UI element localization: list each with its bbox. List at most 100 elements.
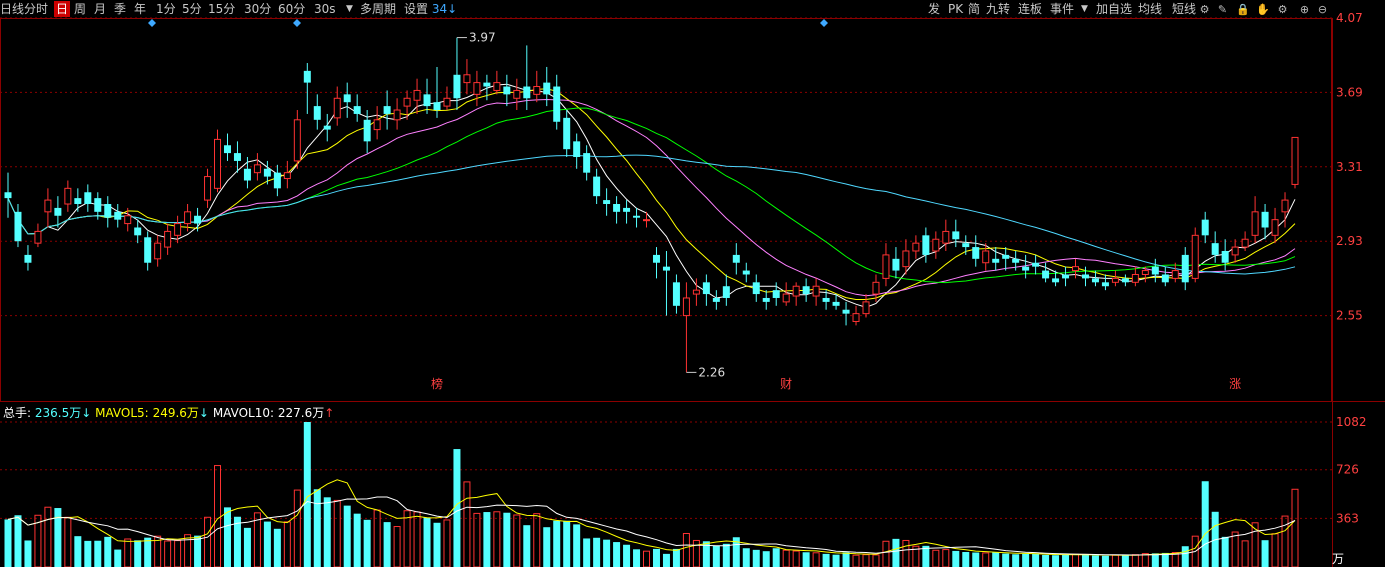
volume-bar xyxy=(74,536,82,567)
candle xyxy=(393,98,401,130)
volume-bar xyxy=(1271,533,1279,567)
volume-bar xyxy=(164,540,172,567)
volume-tick-label: 363 xyxy=(1336,511,1359,525)
candle xyxy=(14,204,22,248)
event-diamond-icon xyxy=(293,19,301,27)
candle xyxy=(513,78,521,111)
volume-bar xyxy=(553,520,561,567)
candle xyxy=(1022,254,1030,279)
candle-body xyxy=(313,106,321,120)
candle-body xyxy=(493,82,501,91)
volume-bar xyxy=(263,521,271,567)
vol-total-label: 总手: xyxy=(3,406,32,420)
candle xyxy=(503,74,511,107)
candle-body xyxy=(722,286,730,298)
candle xyxy=(752,274,760,302)
candle-body xyxy=(283,172,291,180)
candle xyxy=(1131,266,1139,287)
ma60-line xyxy=(7,154,1296,275)
candle xyxy=(323,113,331,142)
event-marker: 榜 xyxy=(431,376,443,391)
candle-body xyxy=(223,145,231,154)
candle xyxy=(742,262,750,283)
volume-bar xyxy=(134,540,142,567)
price-tick-label: 2.93 xyxy=(1336,234,1363,248)
candle-body xyxy=(144,237,152,263)
candle xyxy=(383,90,391,130)
candle-body xyxy=(613,204,621,212)
candle-body xyxy=(1002,254,1010,259)
candle xyxy=(1002,247,1010,271)
vol-total-value: 236.5万 xyxy=(34,406,82,420)
candle xyxy=(942,219,950,251)
candle-body xyxy=(74,198,82,204)
volume-bar xyxy=(872,554,880,567)
volume-bar xyxy=(363,519,371,567)
kline-chart[interactable]: 4.07 3.69 3.31 2.93 2.55 1082 726 363 万 3.97 2.26 榜… xyxy=(0,0,1385,567)
candle xyxy=(204,168,212,208)
candle xyxy=(253,153,261,181)
candle xyxy=(672,274,680,314)
volume-bar xyxy=(293,489,301,567)
candle xyxy=(623,200,631,224)
candle xyxy=(862,294,870,318)
volume-bar xyxy=(14,515,22,567)
volume-bar xyxy=(104,536,112,567)
candle xyxy=(643,211,651,228)
candle xyxy=(144,231,152,271)
candle-body xyxy=(104,204,112,218)
candle-body xyxy=(343,94,351,103)
candle-body xyxy=(752,282,760,295)
candle-body xyxy=(692,289,700,295)
candle-body xyxy=(413,89,421,101)
candle xyxy=(762,290,770,310)
volume-bar xyxy=(1111,554,1119,567)
candle xyxy=(972,235,980,267)
candle-body xyxy=(303,70,311,83)
candle xyxy=(463,59,471,95)
candle-body xyxy=(682,297,690,317)
candle-body xyxy=(453,74,461,99)
candle-body xyxy=(672,282,680,306)
volume-legend: 总手: 236.5万↓ MAVOL5: 249.6万↓ MAVOL10: 227… xyxy=(3,404,334,421)
volume-bar xyxy=(1131,554,1139,567)
candle-body xyxy=(1241,238,1249,248)
candle-body xyxy=(812,285,820,297)
candle-body xyxy=(792,285,800,297)
volume-bar xyxy=(204,516,212,567)
candle xyxy=(662,250,670,316)
candle-body xyxy=(34,230,42,244)
candle xyxy=(283,160,291,189)
vol-ma10-value: 227.6万 xyxy=(277,406,325,420)
candle-body xyxy=(912,242,920,252)
candle xyxy=(273,164,281,197)
volume-bar xyxy=(323,497,331,567)
volume-bar xyxy=(523,525,531,567)
candle xyxy=(1191,227,1199,283)
volume-bar xyxy=(583,538,591,567)
volume-bar xyxy=(962,551,970,567)
volume-bar xyxy=(1062,554,1070,567)
candle xyxy=(1201,211,1209,244)
candle xyxy=(84,184,92,212)
candle-body xyxy=(742,270,750,275)
candle-body xyxy=(184,211,192,225)
candle-body xyxy=(1281,199,1289,213)
candle-body xyxy=(952,231,960,240)
candle xyxy=(1251,196,1259,244)
candle xyxy=(912,235,920,259)
volume-tick-label: 1082 xyxy=(1336,415,1367,429)
volume-bar xyxy=(952,550,960,567)
candle xyxy=(952,219,960,248)
price-panel-frame xyxy=(0,18,1332,402)
candle-body xyxy=(373,119,381,131)
volume-bar xyxy=(613,542,621,567)
candle-body xyxy=(1191,234,1199,279)
candle xyxy=(54,196,62,228)
candle-body xyxy=(423,94,431,107)
candle-body xyxy=(1131,273,1139,283)
volume-bar xyxy=(403,510,411,567)
volume-bar xyxy=(84,540,92,567)
candle xyxy=(1032,254,1040,275)
candle xyxy=(1291,136,1299,189)
